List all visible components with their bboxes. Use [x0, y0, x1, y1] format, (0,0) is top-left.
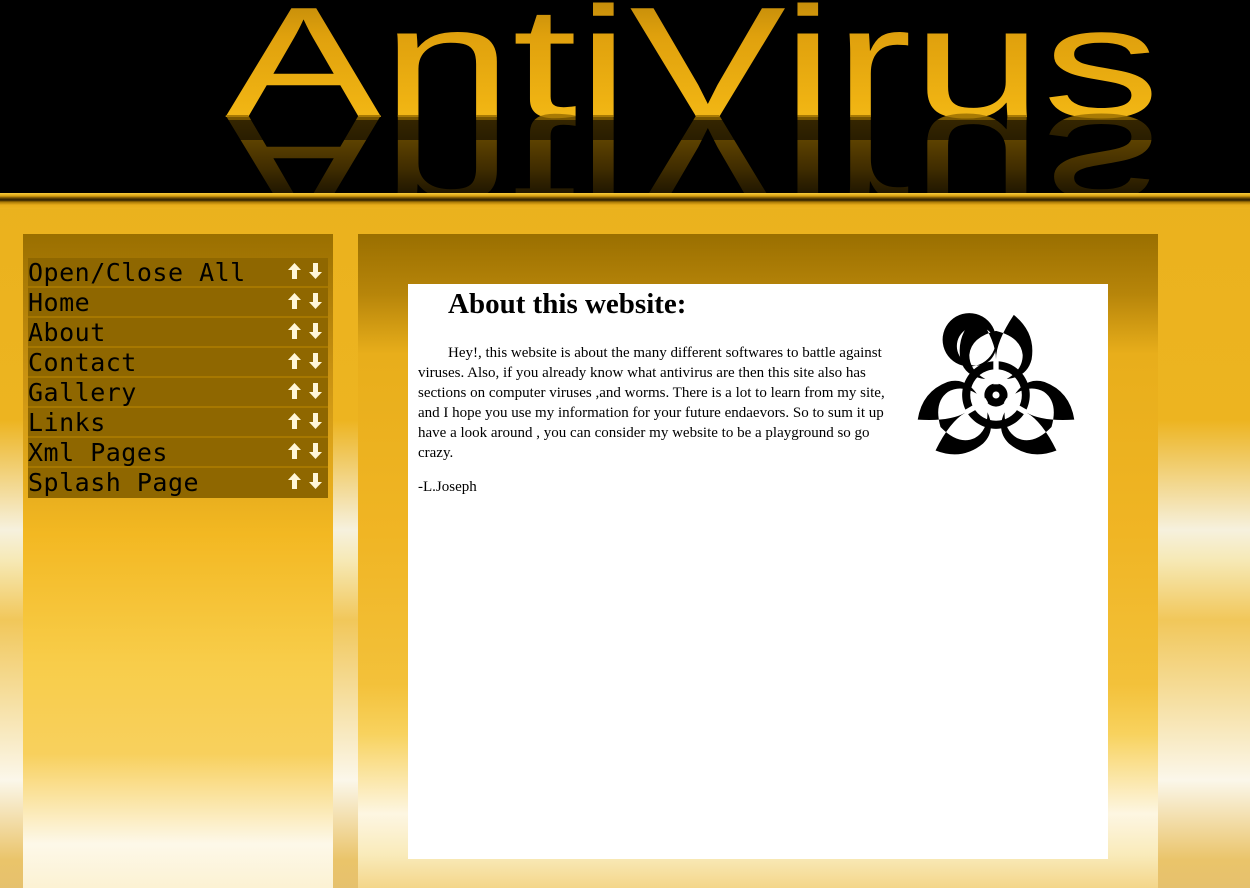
logo-graphic: AntiVirus AntiVirus [225, 0, 1175, 193]
menu-item-label: Open/Close All [28, 258, 246, 287]
arrow-down-icon[interactable] [309, 263, 322, 279]
menu-item-label: Links [28, 408, 106, 437]
menu-item-icons [286, 353, 322, 371]
menu-item-gallery[interactable]: Gallery [28, 378, 328, 408]
menu-item-label: Gallery [28, 378, 137, 407]
menu-item-icons [286, 443, 322, 461]
arrow-up-icon[interactable] [288, 443, 301, 459]
arrow-up-icon[interactable] [288, 293, 301, 309]
site-header: AntiVirus AntiVirus [0, 0, 1250, 193]
content-panel: About this website: Hey!, this website i… [358, 234, 1158, 888]
arrow-down-icon[interactable] [309, 353, 322, 369]
menu-item-label: Contact [28, 348, 137, 377]
arrow-down-icon[interactable] [309, 293, 322, 309]
arrow-down-icon[interactable] [309, 383, 322, 399]
menu-item-icons [286, 413, 322, 431]
menu-item-label: Home [28, 288, 91, 317]
sidebar: Open/Close All Home About Contact Galler… [23, 234, 333, 888]
arrow-down-icon[interactable] [309, 473, 322, 489]
content-box: About this website: Hey!, this website i… [408, 284, 1108, 859]
site-logo[interactable]: AntiVirus AntiVirus [225, 0, 1175, 193]
menu-item-home[interactable]: Home [28, 288, 328, 318]
menu-item-label: Xml Pages [28, 438, 168, 467]
arrow-down-icon[interactable] [309, 413, 322, 429]
menu-item-icons [286, 323, 322, 341]
menu-item-icons [286, 293, 322, 311]
arrow-up-icon[interactable] [288, 473, 301, 489]
nav-menu: Open/Close All Home About Contact Galler… [28, 258, 328, 498]
menu-item-splash-page[interactable]: Splash Page [28, 468, 328, 498]
menu-item-xml-pages[interactable]: Xml Pages [28, 438, 328, 468]
menu-item-about[interactable]: About [28, 318, 328, 348]
arrow-up-icon[interactable] [288, 383, 301, 399]
menu-item-icons [286, 473, 322, 491]
arrow-up-icon[interactable] [288, 263, 301, 279]
header-divider [0, 193, 1250, 209]
page-title: About this website: [448, 288, 687, 320]
arrow-up-icon[interactable] [288, 323, 301, 339]
arrow-down-icon[interactable] [309, 443, 322, 459]
menu-item-links[interactable]: Links [28, 408, 328, 438]
biohazard-icon [917, 313, 1075, 455]
menu-item-icons [286, 263, 322, 281]
menu-item-label: About [28, 318, 106, 347]
menu-item-icons [286, 383, 322, 401]
menu-item-contact[interactable]: Contact [28, 348, 328, 378]
arrow-down-icon[interactable] [309, 323, 322, 339]
arrow-up-icon[interactable] [288, 353, 301, 369]
arrow-up-icon[interactable] [288, 413, 301, 429]
menu-item-open-close-all[interactable]: Open/Close All [28, 258, 328, 288]
menu-item-label: Splash Page [28, 468, 200, 497]
about-paragraph: Hey!, this website is about the many dif… [418, 345, 885, 461]
author-signature: -L.Joseph [418, 479, 477, 495]
